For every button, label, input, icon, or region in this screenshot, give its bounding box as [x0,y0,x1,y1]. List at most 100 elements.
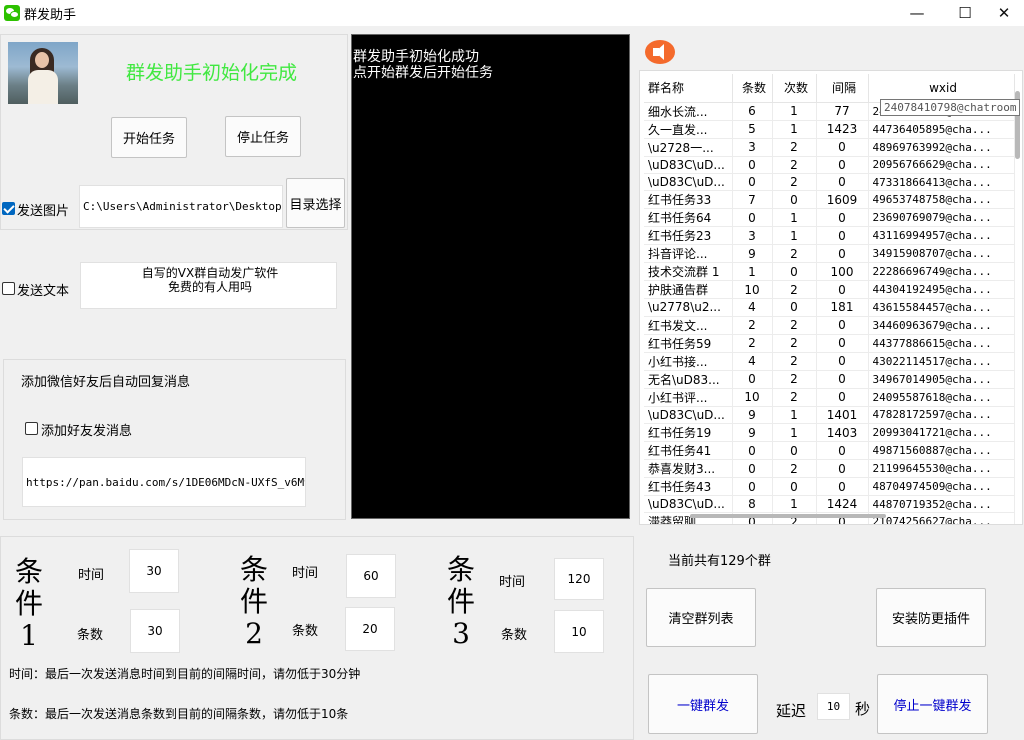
wechat-icon [4,5,20,21]
condition-count-label: 条数 [501,628,528,643]
cell-times: 1 [772,208,817,228]
cell-interval: 0 [816,370,869,389]
cell-times: 2 [772,156,817,174]
table-row[interactable]: \u2778\u2... 4 0 181 43615584457@cha... [644,298,1015,317]
window-title: 群发助手 [24,8,77,23]
condition-title-char: 条 [446,553,475,586]
cell-times: 0 [772,441,817,461]
table-row[interactable]: 恭喜发财3... 0 2 0 21199645530@cha... [644,459,1015,479]
avatar-image [8,42,78,104]
table-row[interactable]: \u2728一... 3 2 0 48969763992@cha... [644,138,1015,157]
cell-group-name: 红书任务33 [644,190,733,210]
speaker-icon[interactable] [645,40,675,64]
column-header-name[interactable]: 群名称 [644,74,733,103]
group-table[interactable]: 群名称 条数 次数 间隔 wxid 细水长流...617724078410798… [639,70,1023,525]
wxid-tooltip: 24078410798@chatroom [880,99,1021,116]
table-row[interactable]: \uD83C\uD... 0 2 0 20956766629@cha... [644,156,1015,174]
cell-interval: 0 [816,244,869,264]
column-header-times[interactable]: 次数 [772,74,817,103]
cell-wxid: 20993041721@cha... [868,423,1015,443]
condition-time-label: 时间 [499,575,526,590]
cell-times: 0 [772,477,817,497]
table-row[interactable]: 红书任务33 7 0 1609 49653748758@cha... [644,190,1015,210]
condition-title-char: 件 [239,585,268,618]
cell-interval: 1423 [816,120,869,139]
condition-number: 3 [452,617,470,650]
cell-group-name: 小红书接... [644,352,733,371]
cell-times: 1 [772,226,817,246]
stop-task-button[interactable]: 停止任务 [225,116,301,157]
cell-wxid: 22286696749@cha... [868,262,1015,282]
column-header-interval[interactable]: 间隔 [816,74,869,103]
table-row[interactable]: 抖音评论... 9 2 0 34915908707@cha... [644,244,1015,264]
column-header-wxid[interactable]: wxid [868,74,1015,103]
table-row[interactable]: 红书任务23 3 1 0 43116994957@cha... [644,226,1015,246]
time-note: 时间：最后一次发送消息时间到目前的间隔时间，请勿低于30分钟 [9,667,361,681]
cell-wxid: 21199645530@cha... [868,459,1015,479]
cell-interval: 0 [816,441,869,461]
message-text-line-2: 免费的有人用吗 [167,280,252,294]
table-row[interactable]: 久一直发... 5 1 1423 44736405895@cha... [644,120,1015,139]
cell-times: 2 [772,352,817,371]
cell-count: 9 [732,244,773,264]
condition-time-input[interactable]: 30 [129,549,179,593]
console-line: 点开始群发后开始任务 [353,65,493,81]
table-row[interactable]: 红书任务19 9 1 1403 20993041721@cha... [644,423,1015,443]
delay-input[interactable]: 10 [817,693,850,720]
table-row[interactable]: 红书任务64 0 1 0 23690769079@cha... [644,208,1015,228]
table-row[interactable]: 小红书评... 10 2 0 24095587618@cha... [644,388,1015,407]
condition-count-label: 条数 [292,624,319,639]
condition-time-label: 时间 [292,566,319,581]
table-horizontal-scrollbar[interactable] [690,514,886,518]
cell-count: 6 [732,102,773,121]
table-row[interactable]: 护肤通告群 10 2 0 44304192495@cha... [644,280,1015,300]
cell-wxid: 20956766629@cha... [868,156,1015,174]
message-text-field[interactable]: 自写的VX群自动发广软件 免费的有人用吗 [80,262,337,309]
install-plugin-button[interactable]: 安装防更插件 [876,588,986,647]
cell-times: 1 [772,120,817,139]
cell-count: 4 [732,352,773,371]
cell-wxid: 44870719352@cha... [868,495,1015,514]
friend-reply-link-field[interactable]: https://pan.baidu.com/s/1DE06MDcN-UXfS_v… [22,457,306,507]
table-row[interactable]: 红书发文... 2 2 0 34460963679@cha... [644,316,1015,335]
send-image-checkbox[interactable] [2,202,15,215]
table-row[interactable]: 小红书接... 4 2 0 43022114517@cha... [644,352,1015,371]
condition-time-input[interactable]: 120 [554,558,604,600]
stop-one-click-send-button[interactable]: 停止一键群发 [877,674,988,734]
group-count-text: 当前共有129个群 [668,554,771,569]
directory-select-button[interactable]: 目录选择 [286,178,345,228]
table-row[interactable]: \uD83C\uD... 8 1 1424 44870719352@cha... [644,495,1015,514]
count-note: 条数：最后一次发送消息条数到目前的间隔条数，请勿低于10条 [9,707,349,721]
minimize-button[interactable]: — [894,0,940,26]
close-button[interactable]: ✕ [984,0,1024,26]
table-row[interactable]: 技术交流群 1 1 0 100 22286696749@cha... [644,262,1015,282]
condition-count-input[interactable]: 30 [130,609,180,653]
cell-interval: 181 [816,298,869,317]
table-row[interactable]: \uD83C\uD... 0 2 0 47331866413@cha... [644,173,1015,192]
table-row[interactable]: 红书任务59 2 2 0 44377886615@cha... [644,334,1015,353]
image-path-field[interactable]: C:\Users\Administrator\Desktop\ [79,185,283,228]
send-text-checkbox[interactable] [2,282,15,295]
start-task-button[interactable]: 开始任务 [111,117,187,158]
cell-group-name: 久一直发... [644,120,733,139]
maximize-button[interactable]: ☐ [942,0,988,26]
condition-count-input[interactable]: 20 [345,607,395,651]
condition-time-input[interactable]: 60 [346,554,396,598]
cell-interval: 0 [816,316,869,335]
cell-wxid: 43615584457@cha... [868,298,1015,317]
cell-group-name: 红书任务43 [644,477,733,497]
table-row[interactable]: 无名\uD83... 0 2 0 34967014905@cha... [644,370,1015,389]
column-header-count[interactable]: 条数 [732,74,773,103]
cell-wxid: 49653748758@cha... [868,190,1015,210]
condition-number: 1 [20,619,38,652]
delay-label: 延迟 [776,702,807,720]
clear-group-list-button[interactable]: 清空群列表 [646,588,756,647]
condition-count-input[interactable]: 10 [554,610,604,653]
one-click-send-button[interactable]: 一键群发 [648,674,758,734]
table-row[interactable]: 红书任务43 0 0 0 48704974509@cha... [644,477,1015,497]
cell-wxid: 34967014905@cha... [868,370,1015,389]
add-friend-message-checkbox[interactable] [25,422,38,435]
table-row[interactable]: \uD83C\uD... 9 1 1401 47828172597@cha... [644,406,1015,425]
cell-count: 2 [732,334,773,353]
table-row[interactable]: 红书任务41 0 0 0 49871560887@cha... [644,441,1015,461]
